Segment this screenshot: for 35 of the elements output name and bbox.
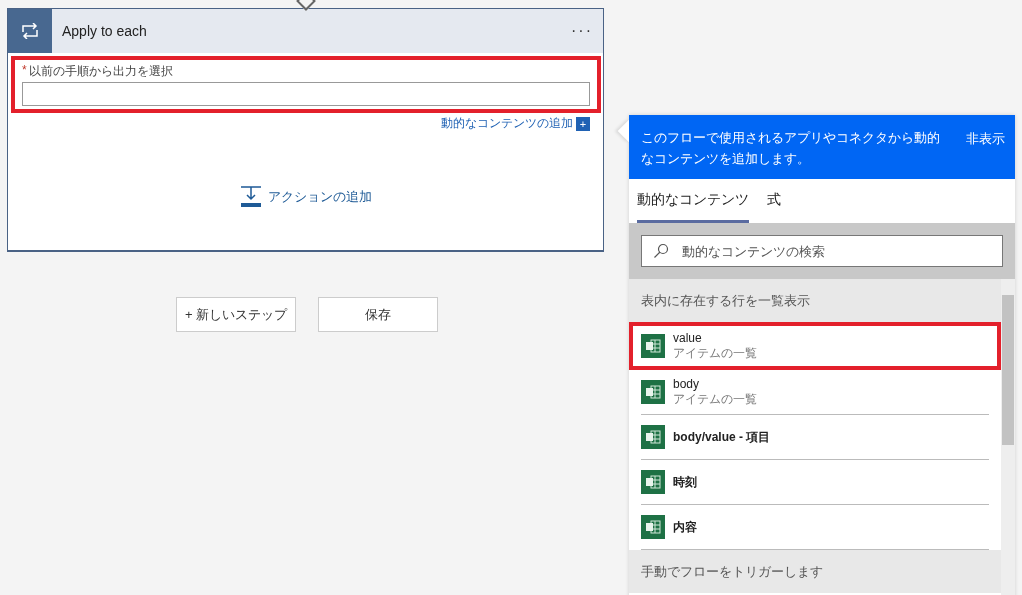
section-header: 手動でフローをトリガーします bbox=[629, 550, 1001, 593]
tab[interactable]: 式 bbox=[767, 179, 781, 223]
card-title: Apply to each bbox=[62, 23, 148, 39]
content-item[interactable]: body アイテムの一覧 bbox=[641, 370, 989, 415]
input-field[interactable] bbox=[22, 82, 590, 106]
scrollbar[interactable] bbox=[1001, 279, 1015, 595]
banner-text: このフローで使用されるアプリやコネクタから動的なコンテンツを追加します。 bbox=[641, 130, 941, 167]
content-item[interactable]: value アイテムの一覧 bbox=[629, 322, 1001, 370]
item-name: 時刻 bbox=[673, 473, 697, 491]
content-item[interactable]: 時刻 bbox=[641, 460, 989, 505]
item-name: body bbox=[673, 376, 701, 391]
spreadsheet-icon bbox=[641, 380, 665, 404]
spreadsheet-icon bbox=[641, 425, 665, 449]
spreadsheet-icon bbox=[641, 470, 665, 494]
add-action-icon[interactable] bbox=[239, 186, 262, 208]
plus-icon[interactable]: + bbox=[576, 116, 590, 131]
search-icon bbox=[653, 243, 669, 259]
step-button[interactable]: + 新しいステップ bbox=[176, 297, 296, 332]
more-button[interactable]: ··· bbox=[571, 22, 593, 40]
item-name: value bbox=[673, 330, 703, 345]
spreadsheet-icon bbox=[641, 515, 665, 539]
required-mark: * bbox=[22, 63, 27, 79]
item-name: body/value - 項目 bbox=[673, 428, 771, 446]
spreadsheet-icon bbox=[641, 334, 665, 358]
search-field[interactable]: 動的なコンテンツの検索 bbox=[641, 235, 1003, 267]
item-description: アイテムの一覧 bbox=[673, 391, 757, 408]
item-description: アイテムの一覧 bbox=[673, 344, 757, 362]
section-header: 表内に存在する行を一覧表示 bbox=[629, 279, 1001, 322]
add-action-link[interactable]: アクションの追加 bbox=[267, 188, 372, 206]
content-item[interactable]: body/value - 項目 bbox=[641, 415, 989, 460]
step-button[interactable]: 保存 bbox=[318, 297, 438, 332]
add-dynamic-content-link[interactable]: 動的なコンテンツの追加 bbox=[441, 115, 573, 132]
field-label: 以前の手順から出力を選択 bbox=[28, 63, 173, 80]
item-name: 内容 bbox=[673, 518, 697, 536]
hide-link[interactable]: 非表示 bbox=[966, 128, 1005, 167]
